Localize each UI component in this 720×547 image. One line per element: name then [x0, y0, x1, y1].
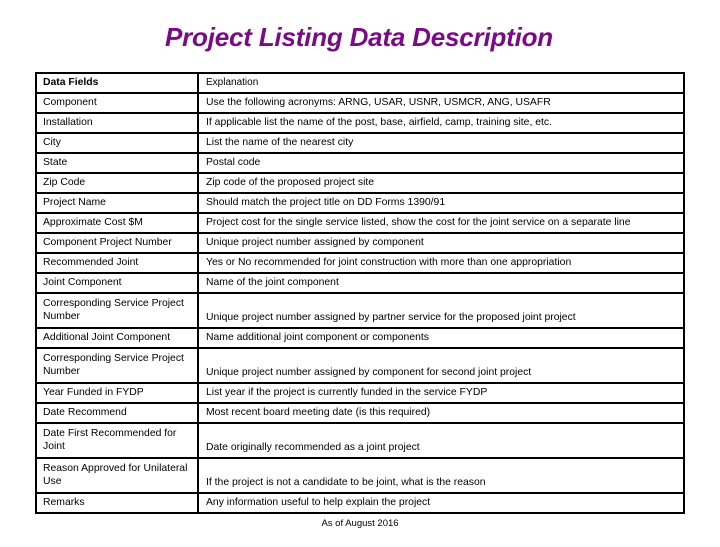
field-cell: Component [35, 92, 199, 114]
explanation-cell: Zip code of the proposed project site [197, 172, 685, 194]
explanation-cell: List year if the project is currently fu… [197, 382, 685, 404]
field-cell: City [35, 132, 199, 154]
table-row: Project Name Should match the project ti… [35, 192, 685, 214]
field-cell: Year Funded in FYDP [35, 382, 199, 404]
explanation-cell: Name additional joint component or compo… [197, 327, 685, 349]
field-cell: Corresponding Service Project Number [35, 292, 199, 329]
explanation-cell: Unique project number assigned by partne… [197, 292, 685, 329]
page-title: Project Listing Data Description [164, 22, 553, 52]
explanation-cell: List the name of the nearest city [197, 132, 685, 154]
table-row: Recommended Joint Yes or No recommended … [35, 252, 685, 274]
field-cell: Project Name [35, 192, 199, 214]
explanation-cell: Unique project number assigned by compon… [197, 232, 685, 254]
explanation-cell: Date originally recommended as a joint p… [197, 422, 685, 459]
table-row: Date First Recommended for Joint Date or… [35, 422, 685, 459]
table-row: Approximate Cost $M Project cost for the… [35, 212, 685, 234]
as-of-date: As of August 2016 [321, 518, 399, 529]
explanation-cell: Unique project number assigned by compon… [197, 347, 685, 384]
table-row: Corresponding Service Project Number Uni… [35, 347, 685, 384]
explanation-cell: Most recent board meeting date (is this … [197, 402, 685, 424]
table-row: Component Use the following acronyms: AR… [35, 92, 685, 114]
explanation-cell: Should match the project title on DD For… [197, 192, 685, 214]
field-cell: Date First Recommended for Joint [35, 422, 199, 459]
table-row: State Postal code [35, 152, 685, 174]
header-explanation: Explanation [197, 72, 685, 94]
field-cell: Remarks [35, 492, 199, 514]
table-row: Date Recommend Most recent board meeting… [35, 402, 685, 424]
table-row: Additional Joint Component Name addition… [35, 327, 685, 349]
explanation-cell: Any information useful to help explain t… [197, 492, 685, 514]
data-fields-table: Data Fields Explanation Component Use th… [35, 72, 685, 514]
field-cell: Zip Code [35, 172, 199, 194]
explanation-cell: Postal code [197, 152, 685, 174]
explanation-cell: Project cost for the single service list… [197, 212, 685, 234]
explanation-cell: Use the following acronyms: ARNG, USAR, … [197, 92, 685, 114]
field-cell: Approximate Cost $M [35, 212, 199, 234]
table-row: Corresponding Service Project Number Uni… [35, 292, 685, 329]
field-cell: Installation [35, 112, 199, 134]
table-row: Zip Code Zip code of the proposed projec… [35, 172, 685, 194]
table-row: Installation If applicable list the name… [35, 112, 685, 134]
table-row: Reason Approved for Unilateral Use If th… [35, 457, 685, 494]
field-cell: Joint Component [35, 272, 199, 294]
table-row: Remarks Any information useful to help e… [35, 492, 685, 514]
field-cell: State [35, 152, 199, 174]
table-row: Year Funded in FYDP List year if the pro… [35, 382, 685, 404]
header-data-fields: Data Fields [35, 72, 199, 94]
explanation-cell: If applicable list the name of the post,… [197, 112, 685, 134]
table-row: Joint Component Name of the joint compon… [35, 272, 685, 294]
explanation-cell: Yes or No recommended for joint construc… [197, 252, 685, 274]
table-row: Component Project Number Unique project … [35, 232, 685, 254]
field-cell: Additional Joint Component [35, 327, 199, 349]
field-cell: Corresponding Service Project Number [35, 347, 199, 384]
explanation-cell: Name of the joint component [197, 272, 685, 294]
field-cell: Reason Approved for Unilateral Use [35, 457, 199, 494]
field-cell: Recommended Joint [35, 252, 199, 274]
field-cell: Date Recommend [35, 402, 199, 424]
explanation-cell: If the project is not a candidate to be … [197, 457, 685, 494]
table-row: City List the name of the nearest city [35, 132, 685, 154]
field-cell: Component Project Number [35, 232, 199, 254]
table-header-row: Data Fields Explanation [35, 72, 685, 94]
